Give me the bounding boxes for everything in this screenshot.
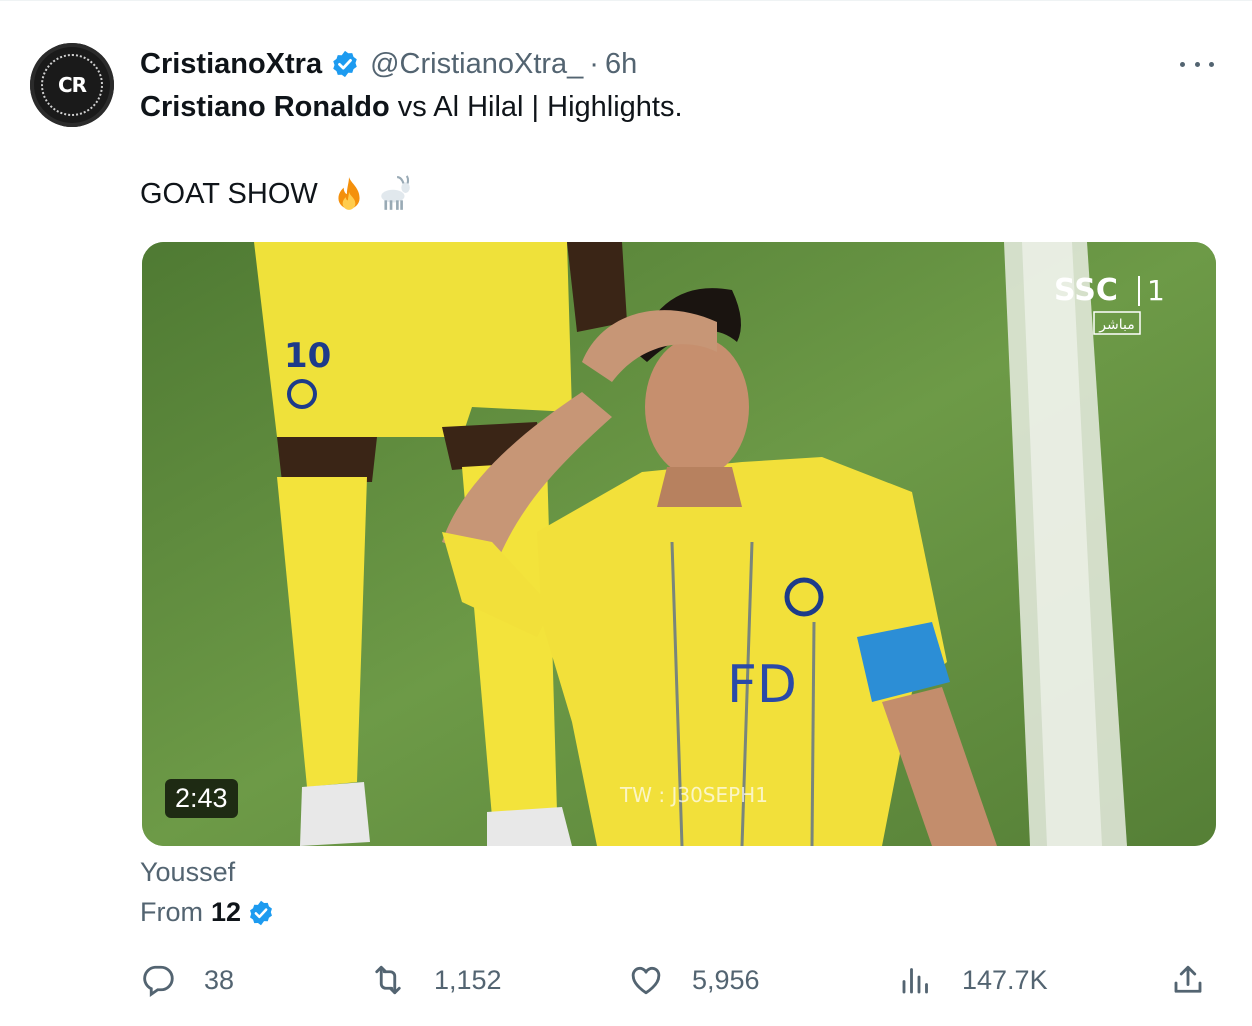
tweet-text-line1: Cristiano Ronaldo vs Al Hilal | Highligh… [140, 91, 683, 124]
fire-emoji-icon [338, 177, 360, 210]
video-watermark: TW : J30SEPH1 [619, 783, 768, 807]
attribution-source[interactable]: From 12 [140, 897, 275, 928]
tweet-text-rest: vs Al Hilal | Highlights. [389, 91, 683, 123]
separator-dot: · [589, 47, 599, 80]
tweet-header: CristianoXtra @CristianoXtra_ · 6h [140, 45, 637, 83]
shirt-sponsor-text: FD [727, 655, 797, 715]
display-name[interactable]: CristianoXtra [140, 48, 322, 81]
avatar[interactable]: CR [30, 43, 114, 127]
verified-badge-icon [250, 900, 273, 925]
views-count: 147.7K [962, 964, 1048, 995]
avatar-logo: CR [41, 54, 103, 116]
heart-icon [631, 966, 661, 995]
tweet-text-bold: Cristiano Ronaldo [140, 91, 390, 123]
video-thumbnail: 10 FD TW : J30SEPH1 SSC 1 مباشر [142, 242, 1216, 846]
repost-icon [375, 965, 401, 995]
more-dot-icon [1180, 61, 1185, 67]
video-player[interactable]: 10 FD TW : J30SEPH1 SSC 1 مباشر [142, 242, 1216, 846]
broadcaster-channel: 1 [1147, 274, 1165, 307]
attribution-prefix: From [140, 897, 203, 927]
more-options-button[interactable] [1180, 49, 1214, 79]
jersey-number: 10 [284, 336, 331, 376]
verified-badge-icon [333, 50, 357, 78]
reply-icon [143, 965, 174, 997]
more-dot-icon [1194, 61, 1200, 67]
timestamp[interactable]: 6h [605, 48, 637, 81]
live-label: مباشر [1098, 317, 1134, 333]
share-button[interactable] [1170, 957, 1234, 1003]
more-dot-icon [1209, 61, 1214, 67]
action-bar: 38 1,152 5,956 147.7K [140, 957, 1220, 1003]
like-count: 5,956 [692, 964, 760, 995]
share-icon [1174, 965, 1202, 993]
views-icon [902, 968, 928, 994]
repost-button[interactable]: 1,152 [370, 957, 502, 1003]
attribution-count: 12 [211, 897, 242, 927]
like-button[interactable]: 5,956 [628, 957, 760, 1003]
video-duration-badge: 2:43 [165, 779, 238, 818]
tweet-text-goat-show: GOAT SHOW [140, 177, 318, 210]
tweet-text-line2: GOAT SHOW [140, 175, 414, 213]
reply-count: 38 [204, 964, 235, 995]
repost-count: 1,152 [434, 964, 502, 995]
broadcaster-logo: SSC [1054, 273, 1118, 308]
tweet-card[interactable]: CR CristianoXtra @CristianoXtra_ · 6h Cr… [0, 0, 1252, 1026]
handle[interactable]: @CristianoXtra_ [370, 48, 583, 81]
attribution-name[interactable]: Youssef [140, 857, 235, 888]
goat-emoji-icon [381, 175, 410, 210]
reply-button[interactable]: 38 [140, 957, 234, 1003]
views-button[interactable]: 147.7K [898, 957, 1048, 1003]
